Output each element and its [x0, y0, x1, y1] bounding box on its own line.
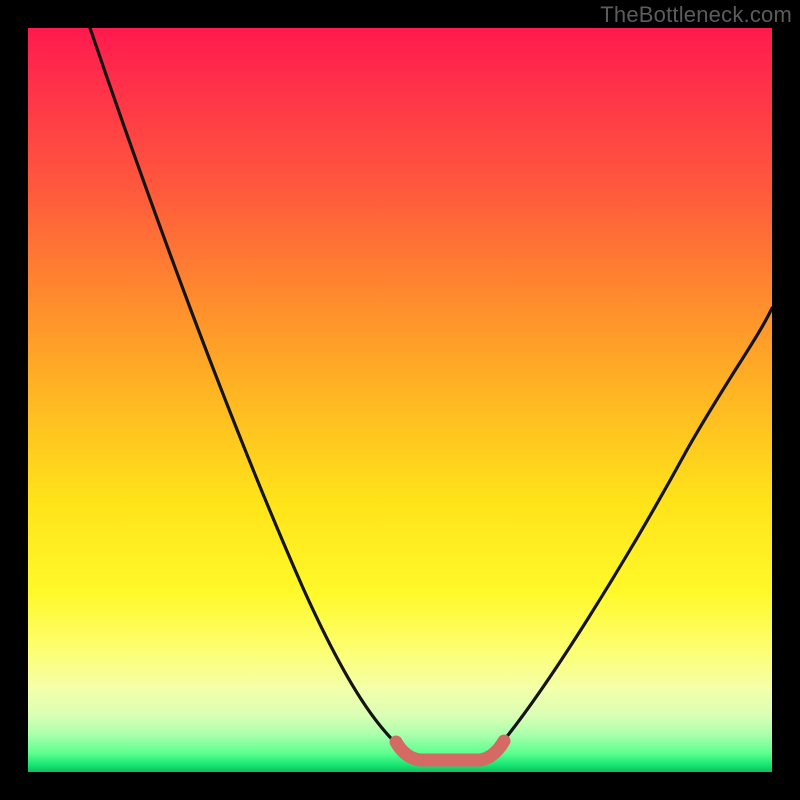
chart-frame: TheBottleneck.com — [0, 0, 800, 800]
watermark-text: TheBottleneck.com — [600, 2, 792, 28]
curve-overlay — [28, 28, 772, 772]
valley-highlight — [396, 741, 504, 760]
plot-area — [28, 28, 772, 772]
right-curve — [496, 308, 772, 750]
left-curve — [90, 28, 403, 750]
